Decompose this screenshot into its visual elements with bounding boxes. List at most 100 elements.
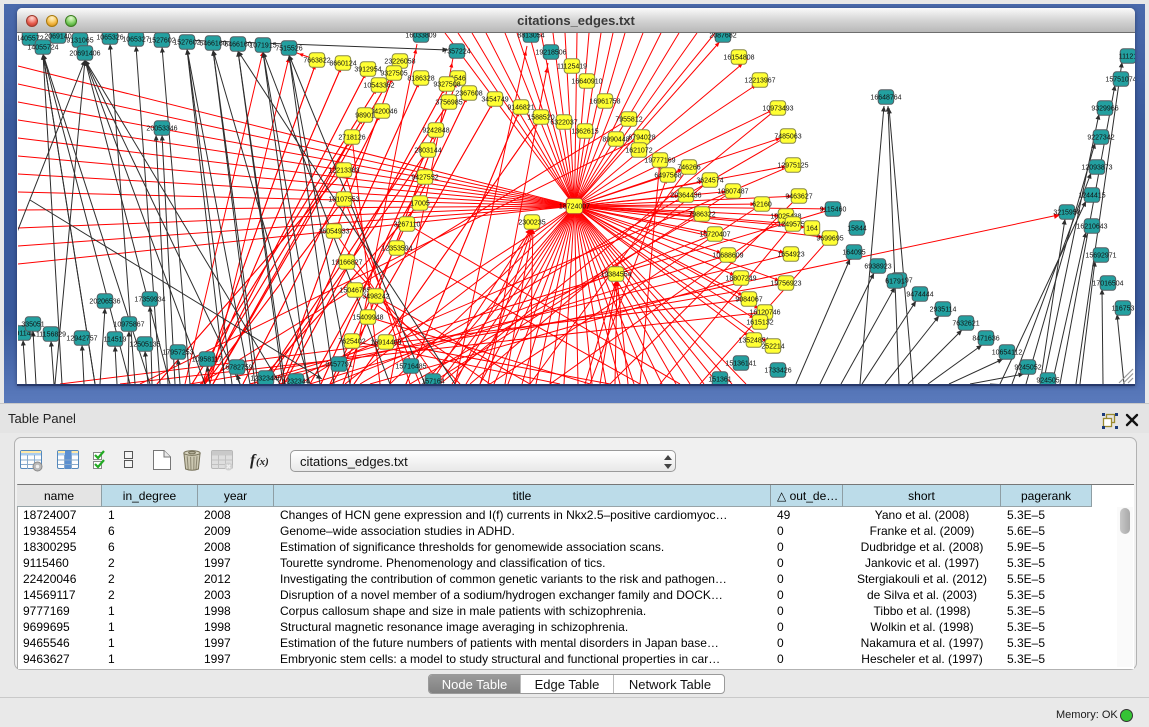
svg-text:12505135: 12505135	[129, 341, 160, 348]
svg-text:3756985: 3756985	[435, 99, 462, 106]
svg-text:19166827: 19166827	[331, 259, 362, 266]
svg-text:9463627: 9463627	[785, 193, 812, 200]
svg-text:1527602: 1527602	[148, 37, 175, 44]
svg-text:98901: 98901	[355, 112, 375, 119]
svg-text:3454749: 3454749	[481, 96, 508, 103]
svg-text:16033809: 16033809	[405, 33, 436, 39]
svg-text:1654923: 1654923	[777, 251, 804, 258]
svg-text:20364436: 20364436	[670, 192, 701, 199]
svg-text:7485063: 7485063	[774, 133, 801, 140]
svg-text:10543362: 10543362	[363, 82, 394, 89]
svg-text:12975125: 12975125	[777, 162, 808, 169]
svg-text:2718126: 2718126	[338, 134, 365, 141]
svg-text:23226058: 23226058	[384, 58, 415, 65]
svg-text:16054933: 16054933	[318, 228, 349, 235]
svg-text:16961758: 16961758	[589, 98, 620, 105]
svg-text:10654112: 10654112	[992, 349, 1023, 356]
svg-text:10688609: 10688609	[712, 252, 743, 259]
svg-text:8186328: 8186328	[407, 75, 434, 82]
svg-text:16648764: 16648764	[870, 94, 901, 101]
svg-text:12213383: 12213383	[328, 167, 359, 174]
svg-text:3624574: 3624574	[696, 177, 723, 184]
svg-text:18807249: 18807249	[725, 275, 756, 282]
svg-text:7357224: 7357224	[443, 48, 470, 55]
svg-text:9457791: 9457791	[325, 361, 352, 368]
svg-text:20691406: 20691406	[69, 50, 100, 57]
svg-text:924505: 924505	[1036, 377, 1059, 384]
svg-text:9699695: 9699695	[816, 235, 843, 242]
svg-text:7986322: 7986322	[688, 211, 715, 218]
svg-text:335051: 335051	[21, 321, 44, 328]
svg-text:16210643: 16210643	[1076, 223, 1107, 230]
svg-text:746266: 746266	[677, 164, 700, 171]
svg-text:19384554: 19384554	[600, 271, 631, 278]
svg-text:8471636: 8471636	[972, 335, 999, 342]
svg-text:7515526: 7515526	[275, 45, 302, 52]
svg-text:2803144: 2803144	[414, 147, 441, 154]
svg-text:6938923: 6938923	[864, 263, 891, 270]
svg-text:6322037: 6322037	[550, 119, 577, 126]
svg-text:11125419: 11125419	[557, 63, 587, 70]
svg-text:15409948: 15409948	[352, 314, 383, 321]
svg-text:19777169: 19777169	[644, 157, 675, 164]
svg-text:3912954: 3912954	[354, 66, 381, 73]
svg-text:3215958: 3215958	[1053, 209, 1080, 216]
svg-text:9131065: 9131065	[66, 37, 93, 44]
svg-text:17016504: 17016504	[1092, 280, 1123, 287]
svg-text:3267110: 3267110	[394, 221, 421, 228]
svg-text:17957253: 17957253	[162, 349, 193, 356]
svg-text:17005: 17005	[410, 200, 430, 207]
svg-text:15692971: 15692971	[1085, 252, 1116, 259]
svg-text:7663822: 7663822	[303, 57, 330, 64]
svg-text:15751074: 15751074	[1105, 76, 1135, 83]
svg-text:1244415: 1244415	[1078, 192, 1105, 199]
svg-text:10958117: 10958117	[192, 356, 223, 363]
svg-text:10975867: 10975867	[113, 321, 144, 328]
svg-text:14055724: 14055724	[27, 44, 58, 51]
svg-text:9115460: 9115460	[820, 206, 847, 213]
svg-text:12213967: 12213967	[744, 77, 775, 84]
svg-text:16640910: 16640910	[571, 78, 602, 85]
svg-text:164: 164	[806, 225, 818, 232]
svg-text:9245052: 9245052	[1014, 364, 1041, 371]
svg-text:151361: 151361	[708, 376, 731, 383]
svg-text:1615132: 1615132	[746, 319, 773, 326]
svg-text:18724007: 18724007	[559, 203, 590, 210]
svg-text:9227342: 9227342	[1087, 134, 1114, 141]
svg-text:8990448: 8990448	[602, 136, 629, 143]
svg-text:9474444: 9474444	[906, 291, 933, 298]
svg-text:1071915: 1071915	[249, 42, 276, 49]
svg-text:9084067: 9084067	[735, 296, 762, 303]
svg-text:16154808: 16154808	[723, 54, 754, 61]
svg-text:252214: 252214	[761, 343, 784, 350]
svg-text:15716485: 15716485	[395, 363, 426, 370]
svg-text:1621072: 1621072	[625, 147, 652, 154]
svg-text:10807487: 10807487	[717, 188, 748, 195]
svg-text:12323446: 12323446	[250, 375, 281, 382]
svg-text:9327508: 9327508	[433, 81, 460, 88]
svg-text:6794028: 6794028	[628, 134, 655, 141]
svg-text:20206536: 20206536	[89, 298, 120, 305]
svg-text:6497568: 6497568	[654, 172, 681, 179]
svg-text:2935114: 2935114	[930, 306, 957, 313]
svg-text:8813054: 8813054	[517, 33, 544, 39]
svg-text:12093873: 12093873	[1081, 164, 1112, 171]
svg-text:9329966: 9329966	[1091, 105, 1118, 112]
svg-text:7632621: 7632621	[952, 320, 979, 327]
svg-text:8660124: 8660124	[329, 60, 356, 67]
svg-text:10107553: 10107553	[328, 196, 359, 203]
svg-text:116753: 116753	[1112, 305, 1135, 312]
svg-text:164095: 164095	[842, 249, 865, 256]
svg-text:1065326: 1065326	[96, 34, 123, 41]
svg-text:(x): (x)	[256, 456, 269, 468]
svg-text:62160: 62160	[752, 201, 772, 208]
svg-text:61791: 61791	[885, 278, 905, 285]
svg-text:9146821: 9146821	[507, 104, 534, 111]
svg-text:2367608: 2367608	[455, 90, 482, 97]
svg-text:6466160: 6466160	[224, 41, 251, 48]
svg-text:15136141: 15136141	[725, 360, 756, 367]
svg-text:3498242: 3498242	[362, 293, 389, 300]
svg-text:11121: 11121	[1119, 53, 1135, 60]
svg-text:15844: 15844	[847, 225, 867, 232]
svg-text:1065327: 1065327	[122, 36, 149, 43]
